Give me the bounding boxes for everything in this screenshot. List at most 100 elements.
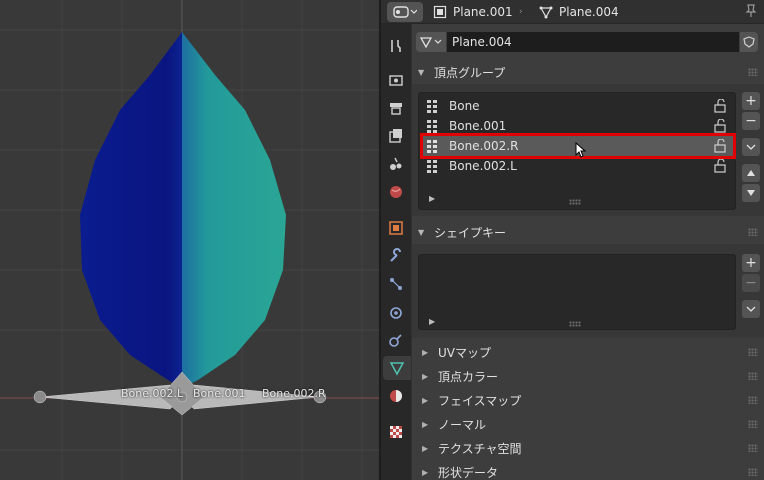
expand-right-icon: ▶ (422, 395, 429, 405)
expand-right-icon: ▶ (422, 443, 429, 453)
wrench-icon (390, 248, 401, 262)
tab-material[interactable] (383, 384, 409, 408)
constraints-icon (389, 334, 402, 347)
move-up-button[interactable] (742, 164, 760, 182)
tab-modifiers[interactable] (383, 244, 409, 268)
panel-title: UVマップ (438, 345, 491, 360)
panel-title: シェイプキー (434, 225, 507, 240)
output-icon (390, 103, 402, 115)
plus-icon: + (745, 255, 757, 271)
tab-object[interactable] (383, 216, 409, 240)
tab-constraints[interactable] (383, 328, 409, 352)
panel-title: 形状データ (438, 465, 499, 480)
drag-grip-icon[interactable] (748, 468, 758, 476)
vertex-groups-panel-header[interactable]: ▼ 頂点グループ (412, 60, 764, 84)
panel-title: フェイスマップ (438, 393, 522, 408)
properties-content: Plane.004 ▼ 頂点グループ Bone Bone.001 Bone.00… (412, 24, 764, 480)
properties-tabs (381, 24, 411, 480)
tab-view-layer[interactable] (383, 124, 409, 148)
tab-render[interactable] (383, 68, 409, 92)
physics-icon (390, 307, 402, 319)
lock-open-icon[interactable] (713, 99, 727, 113)
properties-header: Plane.001 › Plane.004 (381, 0, 764, 24)
list-item[interactable]: Bone (423, 96, 733, 116)
vertex-group-list[interactable]: Bone Bone.001 Bone.002.R Bone.002.L ▶ (418, 92, 736, 210)
normals-panel-header[interactable]: ▶ ノーマル (412, 412, 764, 436)
triangle-up-icon (747, 170, 755, 176)
shape-keys-panel-header[interactable]: ▼ シェイプキー (412, 220, 764, 244)
drag-grip-icon[interactable] (748, 372, 758, 380)
add-shape-key-button[interactable]: + (742, 254, 760, 272)
list-item-selected[interactable]: Bone.002.R (420, 133, 736, 159)
fake-user-button[interactable] (740, 32, 758, 52)
3d-viewport[interactable]: Bone.002.L Bone.001 Bone.002.R (0, 0, 379, 480)
scene-icon (390, 157, 402, 170)
list-resize-grip-icon[interactable] (569, 321, 581, 327)
object-icon (433, 5, 447, 19)
mesh-data-green-icon (389, 362, 405, 376)
texture-space-panel-header[interactable]: ▶ テクスチャ空間 (412, 436, 764, 460)
bone-label: Bone.001 (193, 387, 246, 400)
move-down-button[interactable] (742, 184, 760, 202)
drag-grip-icon[interactable] (748, 68, 758, 76)
expand-right-icon: ▶ (422, 347, 429, 357)
lock-open-icon[interactable] (713, 119, 727, 133)
tab-particles[interactable] (383, 272, 409, 296)
drag-grip-icon[interactable] (748, 420, 758, 428)
shape-keys-panel: ▶ + − (412, 244, 764, 338)
shape-key-specials-button[interactable] (742, 300, 760, 318)
mesh-data-icon (420, 37, 432, 48)
list-item[interactable]: Bone.001 (423, 116, 733, 136)
plus-icon: + (745, 93, 757, 109)
particles-icon (390, 278, 402, 290)
breadcrumb-object-label: Plane.001 (453, 5, 513, 19)
drag-grip-icon[interactable] (748, 444, 758, 452)
editor-type-button[interactable] (387, 2, 423, 22)
tab-mesh-data[interactable] (383, 356, 411, 380)
drag-grip-icon[interactable] (748, 228, 758, 236)
breadcrumb-separator-icon: › (519, 7, 523, 17)
drag-grip-icon[interactable] (748, 396, 758, 404)
list-item[interactable]: Bone.002.L (423, 156, 733, 176)
drag-grip-icon[interactable] (748, 348, 758, 356)
vertex-group-icon (427, 140, 437, 153)
add-vertex-group-button[interactable]: + (742, 92, 760, 110)
tab-texture[interactable] (383, 420, 409, 444)
breadcrumb-mesh-data: Plane.004 (539, 4, 619, 20)
panel-title: 頂点グループ (434, 65, 506, 80)
list-resize-grip-icon[interactable] (569, 199, 581, 205)
vertex-group-name: Bone.002.R (449, 139, 519, 153)
pin-icon[interactable] (744, 4, 758, 20)
vertex-group-icon (427, 160, 437, 173)
geometry-data-panel-header[interactable]: ▶ 形状データ (412, 460, 764, 480)
vertex-group-specials-button[interactable] (742, 138, 760, 156)
tab-output[interactable] (383, 96, 409, 120)
list-filter-expander-icon[interactable]: ▶ (429, 194, 435, 203)
mesh-browse-button[interactable] (416, 32, 446, 52)
breadcrumb-mesh-label: Plane.004 (559, 5, 619, 19)
lock-open-icon[interactable] (713, 139, 727, 153)
list-filter-expander-icon[interactable]: ▶ (429, 317, 435, 326)
shape-key-list[interactable]: ▶ (418, 254, 736, 330)
tab-scene[interactable] (383, 152, 409, 176)
vertex-colors-panel-header[interactable]: ▶ 頂点カラー (412, 364, 764, 388)
uv-maps-panel-header[interactable]: ▶ UVマップ (412, 340, 764, 364)
expand-right-icon: ▶ (422, 371, 429, 381)
mesh-name-field[interactable]: Plane.004 (447, 32, 739, 52)
tab-physics[interactable] (383, 300, 409, 324)
properties-editor-icon (393, 6, 417, 18)
remove-shape-key-button[interactable]: − (742, 274, 760, 292)
expand-down-icon: ▼ (418, 67, 425, 77)
mesh-datablock-row: Plane.004 (416, 32, 758, 52)
leaf-left-half (80, 32, 182, 388)
expand-down-icon: ▼ (418, 227, 425, 237)
tool-icon (391, 40, 401, 52)
lock-open-icon[interactable] (713, 159, 727, 173)
panel-title: テクスチャ空間 (438, 441, 522, 456)
vertex-group-name: Bone.002.L (449, 159, 517, 173)
face-maps-panel-header[interactable]: ▶ フェイスマップ (412, 388, 764, 412)
viewport-canvas (0, 0, 379, 480)
tab-world[interactable] (383, 180, 409, 204)
remove-vertex-group-button[interactable]: − (742, 112, 760, 130)
tab-tool[interactable] (383, 34, 409, 58)
